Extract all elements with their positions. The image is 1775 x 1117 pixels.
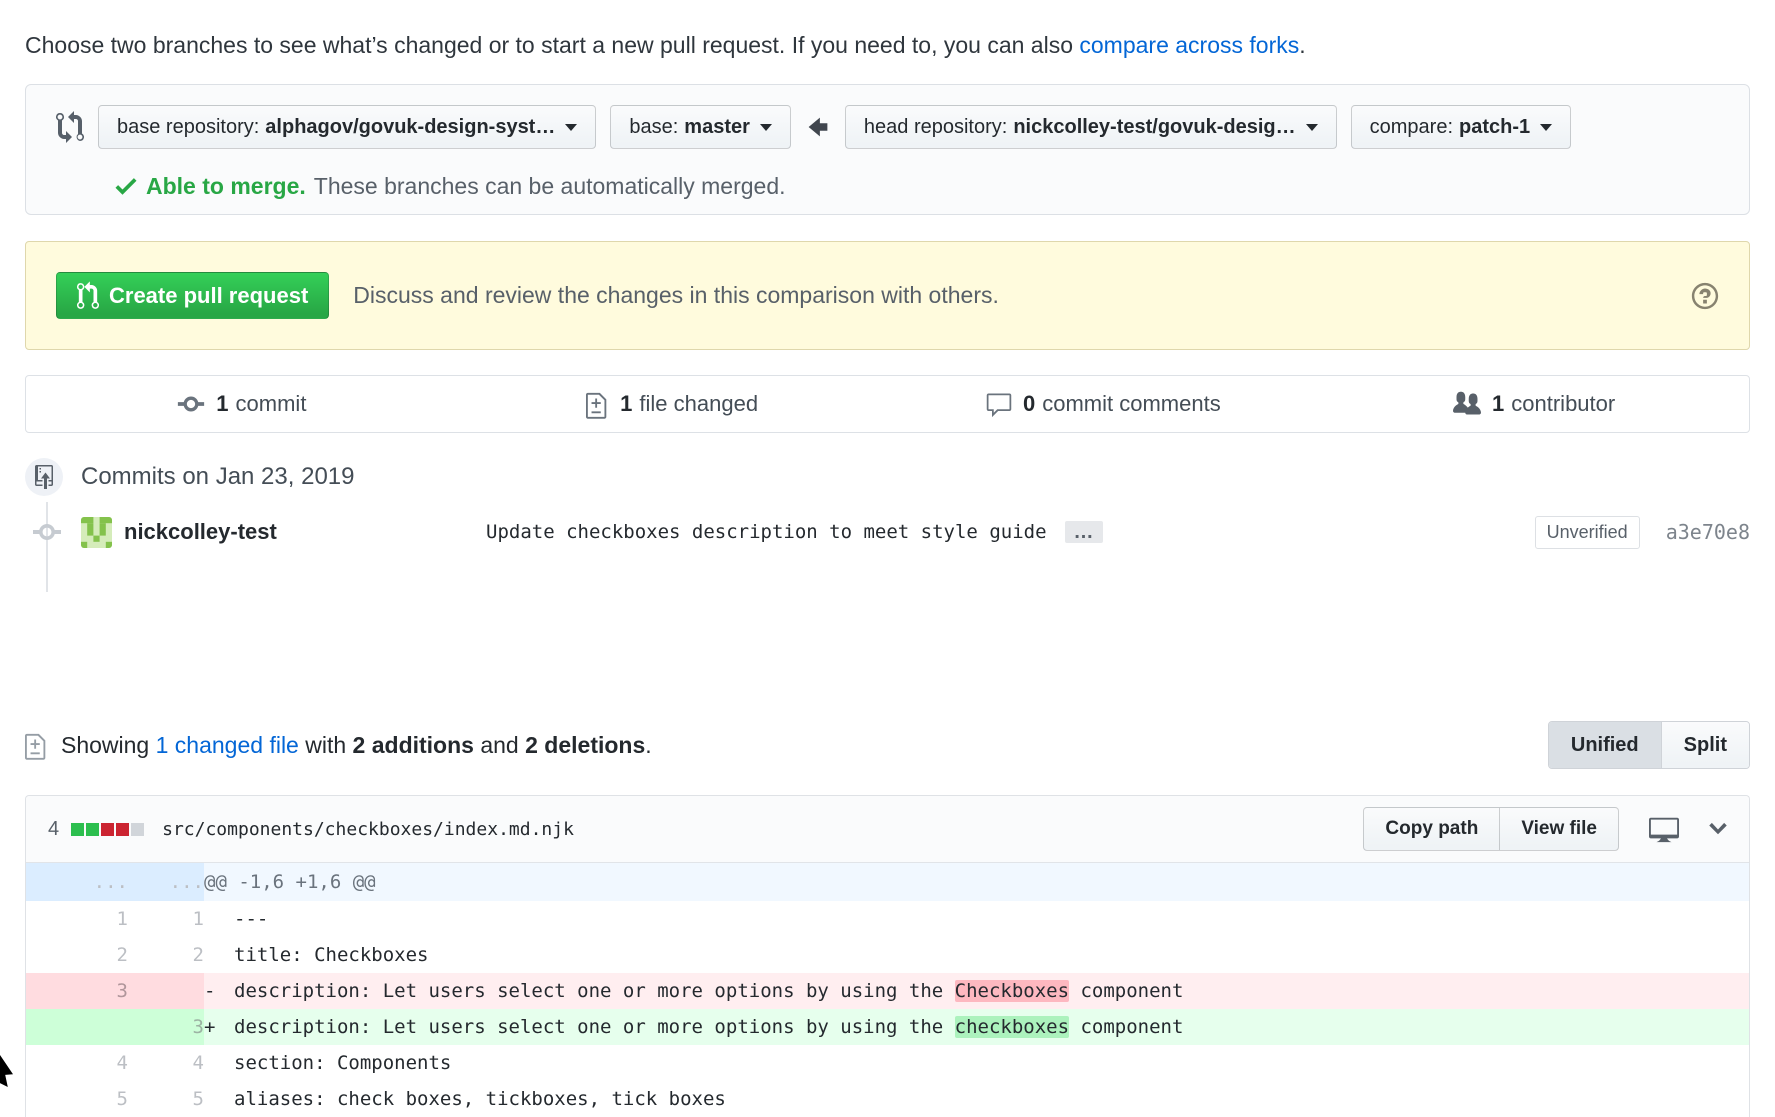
old-line-number[interactable]: 4 — [26, 1045, 128, 1081]
code-line: --- — [204, 901, 1749, 937]
diff-view-toggle: Unified Split — [1548, 721, 1750, 769]
compare-across-forks-link[interactable]: compare across forks — [1079, 32, 1299, 58]
added-word-highlight: checkboxes — [955, 1016, 1069, 1038]
banner-text: Discuss and review the changes in this c… — [353, 282, 999, 309]
diff-context-row: 4 4 section: Components — [26, 1045, 1749, 1081]
commit-message[interactable]: Update checkboxes description to meet st… — [486, 521, 1047, 543]
avatar[interactable] — [81, 517, 112, 548]
stat-commit-comments[interactable]: 0commit comments — [888, 390, 1319, 418]
diffstat-blocks — [71, 823, 146, 836]
git-commit-icon — [176, 389, 206, 419]
new-line-number[interactable] — [128, 973, 204, 1009]
unverified-badge[interactable]: Unverified — [1535, 516, 1640, 549]
diff-icon — [25, 730, 49, 760]
diff-summary-row: Showing 1 changed file with 2 additions … — [25, 721, 1750, 769]
deleted-word-highlight: Checkboxes — [955, 980, 1069, 1002]
commit-row: nickcolley-test Update checkboxes descri… — [25, 512, 1750, 552]
old-line-number[interactable]: 5 — [26, 1081, 128, 1117]
monitor-icon[interactable] — [1649, 814, 1679, 844]
merge-status-title: Able to merge. — [146, 173, 306, 200]
chevron-down-icon — [1306, 124, 1318, 131]
old-line-number[interactable] — [26, 1009, 128, 1045]
new-line-number[interactable]: 4 — [128, 1045, 204, 1081]
code-line: -description: Let users select one or mo… — [204, 973, 1749, 1009]
git-compare-icon — [56, 111, 84, 143]
repo-push-icon — [25, 458, 63, 496]
changed-file-link[interactable]: 1 changed file — [156, 732, 299, 758]
git-pull-request-icon — [77, 281, 99, 311]
new-line-number[interactable]: 2 — [128, 937, 204, 973]
diff-deleted-row: 3 -description: Let users select one or … — [26, 973, 1749, 1009]
stat-commits[interactable]: 1commit — [26, 389, 457, 419]
unified-view-button[interactable]: Unified — [1549, 722, 1661, 768]
code-line: aliases: check boxes, tickboxes, tick bo… — [204, 1081, 1749, 1117]
chevron-down-icon — [1540, 124, 1552, 131]
compare-branch-selector[interactable]: compare:patch-1 — [1351, 105, 1572, 149]
diff-context-row: 1 1 --- — [26, 901, 1749, 937]
new-line-number[interactable]: 1 — [128, 901, 204, 937]
arrow-left-icon — [807, 112, 829, 142]
split-view-button[interactable]: Split — [1661, 722, 1749, 768]
diff-hunk-row: ... ... @@ -1,6 +1,6 @@ — [26, 863, 1749, 901]
head-repository-selector[interactable]: head repository:nickcolley-test/govuk-de… — [845, 105, 1337, 149]
view-file-button[interactable]: View file — [1499, 807, 1619, 851]
intro-text: Choose two branches to see what’s change… — [25, 29, 1750, 61]
diff-icon — [586, 389, 610, 419]
commits-timeline: Commits on Jan 23, 2019 nickcolley-test … — [25, 458, 1750, 552]
diff-context-row: 2 2 title: Checkboxes — [26, 937, 1749, 973]
file-changes-count: 4 — [48, 818, 59, 841]
hunk-header: @@ -1,6 +1,6 @@ — [204, 863, 1749, 901]
git-commit-icon — [32, 516, 62, 548]
people-icon — [1452, 390, 1482, 418]
diff-summary-text: Showing 1 changed file with 2 additions … — [61, 732, 652, 759]
file-path[interactable]: src/components/checkboxes/index.md.njk — [162, 819, 574, 840]
file-diff-box: 4 src/components/checkboxes/index.md.njk… — [25, 795, 1750, 1117]
commit-author[interactable]: nickcolley-test — [124, 519, 486, 545]
merge-status: Able to merge. These branches can be aut… — [114, 172, 1725, 200]
old-line-number[interactable]: 1 — [26, 901, 128, 937]
diff-added-row: 3 +description: Let users select one or … — [26, 1009, 1749, 1045]
chevron-down-icon — [760, 124, 772, 131]
diff-table: ... ... @@ -1,6 +1,6 @@ 1 1 --- 2 2 titl… — [26, 863, 1749, 1117]
question-icon[interactable] — [1691, 281, 1719, 311]
create-pr-banner: Create pull request Discuss and review t… — [25, 241, 1750, 350]
commits-date-heading: Commits on Jan 23, 2019 — [81, 463, 354, 491]
comparison-stats-bar: 1commit 1file changed 0commit comments 1… — [25, 375, 1750, 433]
commit-sha[interactable]: a3e70e8 — [1666, 520, 1750, 544]
branch-compare-box: base repository:alphagov/govuk-design-sy… — [25, 84, 1750, 215]
chevron-down-icon[interactable] — [1709, 815, 1727, 843]
create-pull-request-button[interactable]: Create pull request — [56, 272, 329, 319]
base-repository-selector[interactable]: base repository:alphagov/govuk-design-sy… — [98, 105, 596, 149]
old-line-number: ... — [26, 863, 128, 901]
chevron-down-icon — [565, 124, 577, 131]
new-line-number[interactable]: 5 — [128, 1081, 204, 1117]
file-header: 4 src/components/checkboxes/index.md.njk… — [26, 796, 1749, 863]
comment-icon — [985, 390, 1013, 418]
code-line: section: Components — [204, 1045, 1749, 1081]
old-line-number[interactable]: 2 — [26, 937, 128, 973]
stat-contributors[interactable]: 1contributor — [1318, 390, 1749, 418]
stat-files-changed[interactable]: 1file changed — [457, 389, 888, 419]
merge-status-text: These branches can be automatically merg… — [314, 173, 786, 200]
old-line-number[interactable]: 3 — [26, 973, 128, 1009]
base-branch-selector[interactable]: base:master — [610, 105, 791, 149]
new-line-number[interactable]: 3 — [128, 1009, 204, 1045]
check-icon — [114, 172, 138, 200]
code-line: title: Checkboxes — [204, 937, 1749, 973]
new-line-number: ... — [128, 863, 204, 901]
copy-path-button[interactable]: Copy path — [1363, 807, 1500, 851]
code-line: +description: Let users select one or mo… — [204, 1009, 1749, 1045]
diff-context-row: 5 5 aliases: check boxes, tickboxes, tic… — [26, 1081, 1749, 1117]
commit-description-toggle[interactable]: … — [1065, 521, 1103, 543]
